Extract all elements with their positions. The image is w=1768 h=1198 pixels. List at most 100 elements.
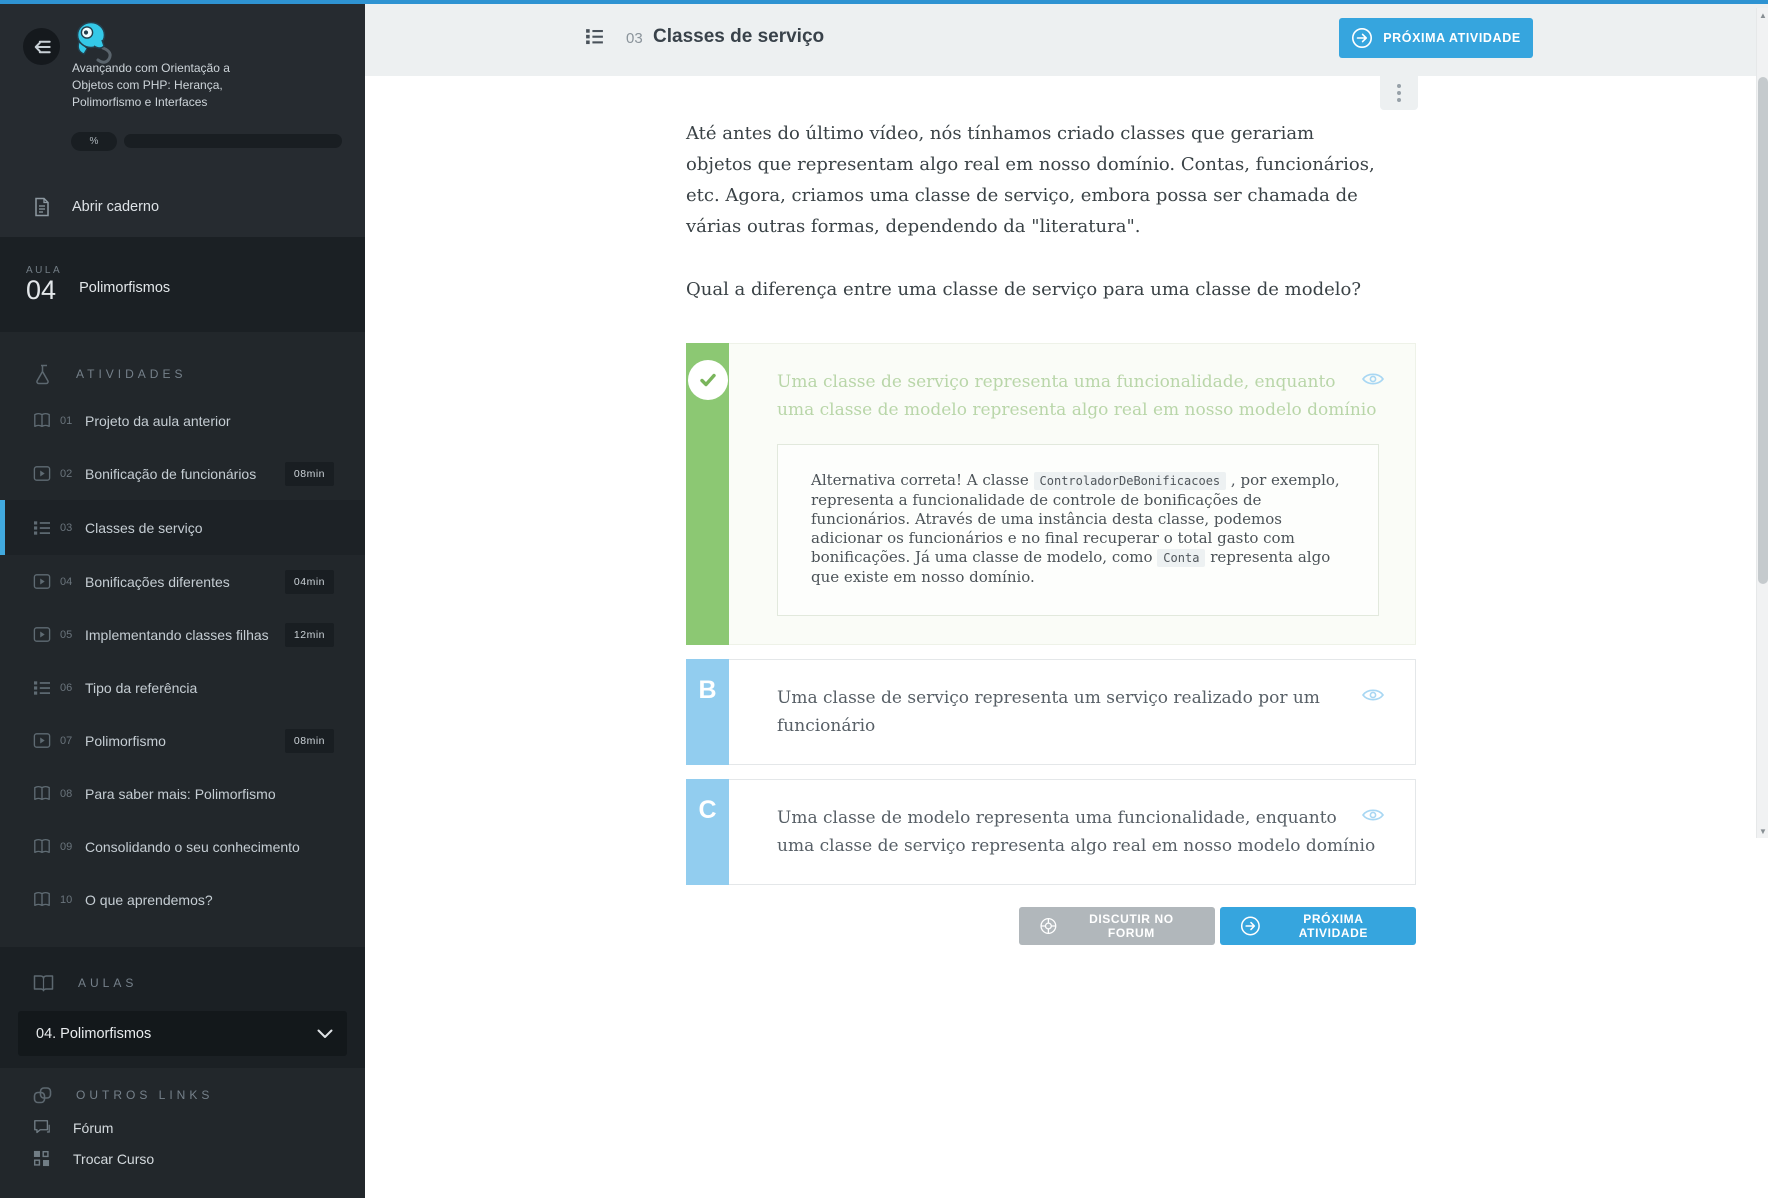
scrollbar-down-arrow[interactable]: ▼ [1757, 824, 1768, 838]
chevron-down-icon [317, 1029, 333, 1039]
activity-label: Polimorfismo [85, 733, 166, 749]
scrollbar-up-arrow[interactable]: ▲ [1757, 8, 1768, 22]
video-icon [33, 626, 51, 643]
other-links-header: OUTROS LINKS [0, 1078, 365, 1112]
activity-label: Classes de serviço [85, 520, 203, 536]
option-letter: C [686, 779, 729, 885]
video-icon [33, 465, 51, 482]
eye-icon[interactable] [1361, 686, 1385, 704]
activity-index: 03 [626, 30, 643, 47]
lesson-select-dropdown[interactable]: 04. Polimorfismos [18, 1011, 347, 1056]
sidebar-activity-item[interactable]: 08 Para saber mais: Polimorfismo [0, 767, 365, 820]
activity-number: 07 [60, 735, 77, 747]
book-icon [33, 785, 51, 802]
next-activity-button-top[interactable]: PRÓXIMA ATIVIDADE [1339, 18, 1533, 58]
lesson-select-value: 04. Polimorfismos [36, 1026, 151, 1042]
next-activity-button-bottom[interactable]: PRÓXIMA ATIVIDADE [1220, 907, 1416, 945]
open-notebook-button[interactable]: Abrir caderno [0, 184, 365, 230]
option-body: Uma classe de modelo representa uma func… [729, 779, 1416, 885]
correct-check-icon [688, 360, 728, 400]
lessons-header-label: AULAS [78, 976, 137, 990]
lesson-title: Polimorfismos [79, 280, 170, 296]
option-text: Uma classe de serviço representa um serv… [777, 684, 1377, 740]
sidebar-link-trocar-curso[interactable]: Trocar Curso [0, 1143, 365, 1174]
eye-icon[interactable] [1361, 370, 1385, 388]
activity-title: Classes de serviço [653, 26, 824, 48]
activity-number: 09 [60, 841, 77, 853]
sidebar-activity-item-active[interactable]: 03 Classes de serviço [0, 500, 365, 555]
activity-number: 08 [60, 788, 77, 800]
current-lesson-banner[interactable]: AULA 04 Polimorfismos [0, 237, 365, 332]
question-intro: Até antes do último vídeo, nós tínhamos … [686, 118, 1376, 242]
activity-number: 03 [60, 522, 77, 534]
activity-label: Para saber mais: Polimorfismo [85, 786, 276, 802]
activity-label: Consolidando o seu conhecimento [85, 839, 300, 855]
activities-section-header: ATIVIDADES [0, 354, 365, 394]
main-area: 03 Classes de serviço PRÓXIMA ATIVIDADE … [365, 4, 1768, 1198]
sidebar-activity-item[interactable]: 02 Bonificação de funcionários 08min [0, 447, 365, 500]
sidebar-activity-item[interactable]: 01 Projeto da aula anterior [0, 394, 365, 447]
scrollbar-thumb[interactable] [1758, 77, 1768, 584]
answer-option-a[interactable]: Uma classe de serviço representa uma fun… [686, 343, 1416, 645]
option-text: Uma classe de modelo representa uma func… [777, 804, 1377, 860]
sidebar-activity-item[interactable]: 09 Consolidando o seu conhecimento [0, 820, 365, 873]
list-icon [584, 26, 605, 47]
more-options-button[interactable] [1380, 76, 1418, 110]
sidebar-activity-item[interactable]: 07 Polimorfismo 08min [0, 714, 365, 767]
sidebar-link-label: Fórum [73, 1120, 113, 1136]
scrollbar[interactable]: ▲ ▼ [1756, 8, 1768, 838]
activity-number: 04 [60, 576, 77, 588]
activity-duration-badge: 08min [285, 462, 334, 486]
chat-icon [33, 1119, 51, 1136]
lessons-section: AULAS 04. Polimorfismos [0, 947, 365, 1068]
discuss-forum-button[interactable]: DISCUTIR NO FORUM [1019, 907, 1215, 945]
activity-label: Implementando classes filhas [85, 627, 269, 643]
answer-option-c[interactable]: C Uma classe de modelo representa uma fu… [686, 779, 1416, 885]
arrow-right-circle-icon [1351, 27, 1373, 49]
list-icon [33, 520, 51, 536]
activity-number: 01 [60, 415, 77, 427]
video-icon [33, 732, 51, 749]
list-icon [33, 680, 51, 696]
course-sidebar: Avançando com Orientação a Objetos com P… [0, 4, 365, 1198]
sidebar-activity-item[interactable]: 05 Implementando classes filhas 12min [0, 608, 365, 661]
other-links-header-label: OUTROS LINKS [76, 1088, 213, 1102]
collapse-sidebar-button[interactable] [23, 28, 60, 65]
activity-duration-badge: 12min [285, 623, 334, 647]
activity-number: 10 [60, 894, 77, 906]
book-icon [33, 412, 51, 429]
sidebar-link-fórum[interactable]: Fórum [0, 1112, 365, 1143]
activity-label: Bonificação de funcionários [85, 466, 256, 482]
course-title[interactable]: Avançando com Orientação a Objetos com P… [72, 60, 252, 111]
document-icon [33, 197, 51, 217]
sidebar-activity-item[interactable]: 06 Tipo da referência [0, 661, 365, 714]
book-icon [33, 838, 51, 855]
sidebar-course-header: Avançando com Orientação a Objetos com P… [0, 4, 365, 237]
next-activity-label: PRÓXIMA ATIVIDADE [1383, 31, 1521, 45]
answer-feedback: Alternativa correta! A classe Controlado… [777, 444, 1379, 616]
open-notebook-label: Abrir caderno [72, 199, 159, 215]
option-letter [686, 343, 729, 645]
activity-header-bar: 03 Classes de serviço PRÓXIMA ATIVIDADE [365, 4, 1768, 76]
sidebar-activity-item[interactable]: 04 Bonificações diferentes 04min [0, 555, 365, 608]
question-content: Até antes do último vídeo, nós tínhamos … [686, 118, 1416, 945]
option-letter: B [686, 659, 729, 765]
answer-option-b[interactable]: B Uma classe de serviço representa um se… [686, 659, 1416, 765]
progress-percent-badge: % [71, 132, 117, 151]
sidebar-link-label: Trocar Curso [73, 1151, 154, 1167]
flask-icon [33, 364, 52, 385]
activity-label: Bonificações diferentes [85, 574, 230, 590]
option-body: Uma classe de serviço representa uma fun… [729, 343, 1416, 645]
activity-number: 05 [60, 629, 77, 641]
course-progress-bar [124, 134, 342, 148]
option-body: Uma classe de serviço representa um serv… [729, 659, 1416, 765]
activity-label: O que aprendemos? [85, 892, 213, 908]
forum-lifebuoy-icon [1039, 916, 1058, 936]
sidebar-activity-item[interactable]: 10 O que aprendemos? [0, 873, 365, 926]
activities-list: 01 Projeto da aula anterior 02 Bonificaç… [0, 394, 365, 926]
lesson-number: 04 [26, 276, 62, 304]
eye-icon[interactable] [1361, 806, 1385, 824]
activity-number: 06 [60, 682, 77, 694]
options-list: Uma classe de serviço representa uma fun… [686, 343, 1416, 885]
lessons-section-header: AULAS [0, 963, 365, 1003]
